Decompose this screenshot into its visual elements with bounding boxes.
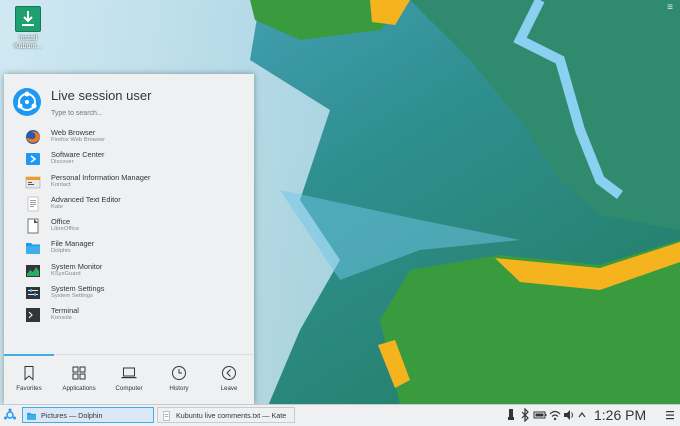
laptop-icon	[121, 367, 137, 379]
list-item-system-monitor[interactable]: System Monitor KSysGuard	[4, 260, 254, 282]
menu-tab-bar: Favorites Applications Computer History	[4, 354, 254, 405]
tab-label: Applications	[62, 385, 96, 392]
app-desc: Dolphin	[51, 248, 71, 255]
app-name: Office	[51, 217, 71, 227]
task-label: Kubuntu live comments.txt — Kate	[176, 411, 287, 420]
app-desc: Konsole	[51, 315, 72, 322]
office-icon	[27, 218, 39, 234]
app-desc: Discover	[51, 159, 74, 166]
list-item-system-settings[interactable]: System Settings System Settings	[4, 282, 254, 304]
tab-label: Leave	[220, 385, 238, 392]
tab-leave[interactable]: Leave	[204, 355, 254, 405]
text-editor-icon	[163, 411, 170, 421]
task-label: Pictures — Dolphin	[41, 411, 103, 420]
desktop-toolbox-icon[interactable]: ≡	[664, 2, 676, 14]
clock-icon	[172, 366, 186, 380]
software-center-icon	[26, 153, 40, 166]
tab-computer[interactable]: Computer	[104, 355, 154, 405]
app-desc: Kontact	[51, 181, 71, 188]
kubuntu-logo-icon	[17, 91, 37, 111]
kontact-icon	[25, 176, 41, 188]
app-name: System Settings	[51, 284, 105, 294]
app-desc: Firefox Web Browser	[51, 137, 106, 143]
desktop-icon-label-line1: Install	[18, 35, 38, 42]
app-launcher-button[interactable]	[2, 407, 18, 423]
app-name: Terminal	[51, 306, 79, 316]
tab-label: Computer	[115, 385, 143, 392]
bluetooth-icon[interactable]	[520, 408, 530, 422]
download-icon	[15, 6, 41, 32]
folder-icon	[27, 412, 36, 420]
list-item-office[interactable]: Office LibreOffice	[4, 215, 254, 237]
tray-expand-icon[interactable]	[578, 408, 586, 422]
desktop-icon-label: Install Kubunt...	[6, 35, 50, 51]
app-name: Web Browser	[51, 128, 96, 137]
app-desc: KSysGuard	[51, 270, 81, 277]
desktop-icon-install[interactable]: Install Kubunt...	[6, 6, 50, 51]
list-item-web-browser[interactable]: Web Browser Firefox Web Browser	[4, 126, 254, 148]
tab-label: Favorites	[16, 385, 42, 392]
app-name: File Manager	[51, 239, 95, 249]
app-name: Software Center	[51, 150, 105, 160]
tab-favorites[interactable]: Favorites	[4, 354, 54, 405]
task-kate[interactable]: Kubuntu live comments.txt — Kate	[157, 407, 295, 423]
list-item-terminal[interactable]: Terminal Konsole	[4, 304, 254, 326]
text-editor-icon	[27, 196, 39, 212]
folder-icon	[26, 243, 40, 255]
volume-icon[interactable]	[563, 408, 575, 422]
app-desc: LibreOffice	[51, 226, 79, 233]
panel-settings-icon[interactable]	[664, 408, 676, 422]
list-item-text-editor[interactable]: Advanced Text Editor Kate	[4, 193, 254, 215]
taskbar: Pictures — Dolphin Kubuntu live comments…	[0, 404, 680, 426]
menu-header: Live session user	[4, 74, 254, 134]
app-desc: System Settings	[51, 293, 93, 300]
network-wifi-icon[interactable]	[549, 408, 561, 422]
grid-icon	[72, 366, 86, 380]
list-item-software-center[interactable]: Software Center Discover	[4, 148, 254, 170]
app-name: Personal Information Manager	[51, 172, 151, 182]
desktop-icon-label-line2: Kubunt...	[13, 43, 43, 50]
favorites-list: Web Browser Firefox Web Browser Software…	[4, 126, 254, 327]
username: Live session user	[51, 88, 152, 103]
terminal-icon	[26, 308, 40, 323]
leave-icon	[222, 366, 236, 380]
battery-icon[interactable]	[533, 408, 547, 422]
tab-applications[interactable]: Applications	[54, 355, 104, 405]
task-dolphin[interactable]: Pictures — Dolphin	[22, 407, 154, 423]
bookmark-icon	[24, 366, 34, 381]
settings-icon	[26, 287, 40, 300]
search-input[interactable]	[51, 110, 241, 117]
list-item-file-manager[interactable]: File Manager Dolphin	[4, 237, 254, 259]
device-notifier-icon[interactable]	[506, 408, 516, 422]
tab-history[interactable]: History	[154, 355, 204, 405]
app-name: Advanced Text Editor	[51, 194, 121, 204]
app-name: System Monitor	[51, 261, 103, 271]
app-desc: Kate	[51, 203, 63, 210]
system-monitor-icon	[26, 264, 40, 277]
application-launcher-menu: Live session user Web Browser Firefox We…	[4, 74, 254, 404]
tab-label: History	[169, 385, 189, 392]
firefox-icon	[26, 130, 40, 144]
avatar[interactable]	[13, 88, 41, 116]
digital-clock[interactable]: 1:26 PM	[594, 407, 646, 424]
list-item-pim[interactable]: Personal Information Manager Kontact	[4, 171, 254, 193]
